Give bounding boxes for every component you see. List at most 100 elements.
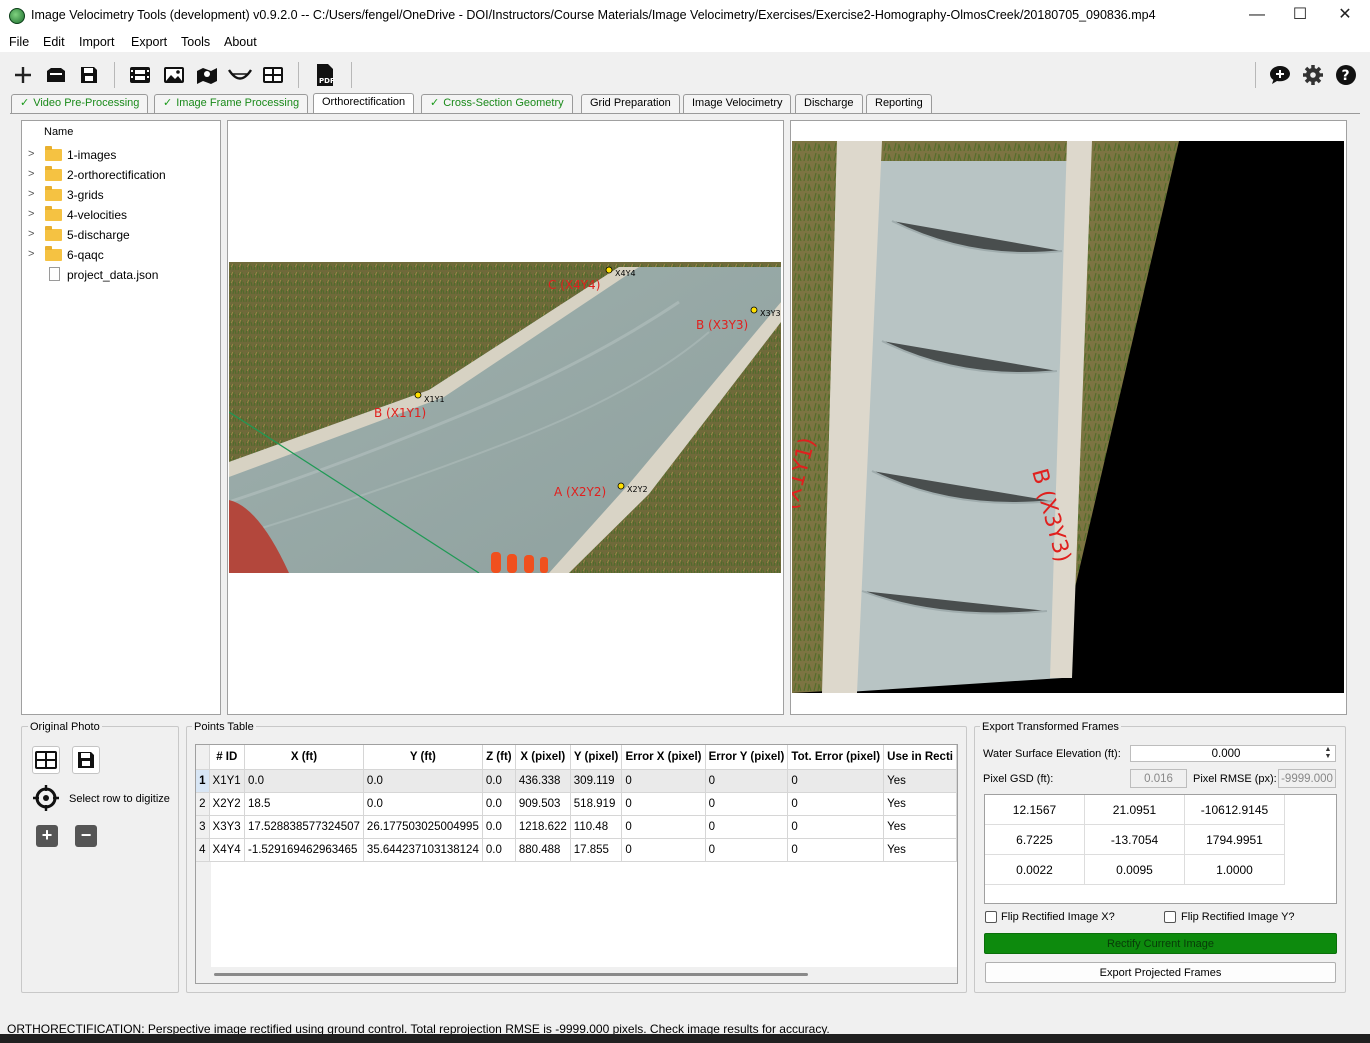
menu-file[interactable]: File [9,35,29,49]
minimize-button[interactable]: — [1234,0,1280,32]
chevron-right-icon[interactable]: > [28,208,34,220]
column-header[interactable]: Tot. Error (pixel) [787,745,885,770]
row-number[interactable]: 3 [196,815,210,839]
cross-section-tab-button[interactable] [227,62,253,88]
matrix-cell[interactable]: 1794.9951 [1185,825,1285,855]
table-cell[interactable]: X1Y1 [209,769,245,793]
table-cell[interactable]: 0 [705,838,789,862]
column-header[interactable]: Y (pixel) [570,745,623,770]
original-photo[interactable]: X1Y1 B (X1Y1) X2Y2 A (X2Y2) X3Y3 B (X3Y3… [229,262,781,573]
table-cell[interactable]: 0 [705,792,789,816]
table-cell[interactable]: 0 [621,815,706,839]
pdf-report-button[interactable]: PDF [312,62,338,88]
settings-button[interactable] [1300,62,1326,88]
wse-input[interactable]: 0.000 [1130,745,1336,762]
table-cell[interactable]: 0 [621,769,706,793]
table-cell[interactable]: Yes [883,792,957,816]
table-cell[interactable]: -1.529169462963465 [244,838,364,862]
menu-about[interactable]: About [224,35,257,49]
row-number[interactable]: 1 [196,769,210,793]
tree-item-velocities[interactable]: >4-velocities [22,206,220,226]
table-cell[interactable]: 0.0 [363,769,483,793]
column-header[interactable]: Use in Recti [883,745,957,770]
table-cell[interactable]: 0.0 [482,815,516,839]
original-image-view[interactable]: X1Y1 B (X1Y1) X2Y2 A (X2Y2) X3Y3 B (X3Y3… [227,120,784,715]
tree-item-qaqc[interactable]: >6-qaqc [22,246,220,266]
table-cell[interactable]: 0.0 [482,769,516,793]
table-cell[interactable]: 0 [787,838,885,862]
rectified-image-view[interactable]: B (X3Y3) (X1Y1) [790,120,1347,715]
row-number[interactable]: 4 [196,838,210,862]
matrix-cell[interactable]: -10612.9145 [1185,795,1285,825]
table-row[interactable]: 2 X2Y2 18.5 0.0 0.0 909.503 518.919 0 0 … [196,792,957,816]
matrix-cell[interactable]: 12.1567 [985,795,1085,825]
table-view-button[interactable] [32,746,60,774]
chevron-right-icon[interactable]: > [28,248,34,260]
help-button[interactable]: ? [1333,62,1359,88]
tree-item-discharge[interactable]: >5-discharge [22,226,220,246]
chevron-right-icon[interactable]: > [28,228,34,240]
tab-discharge[interactable]: Discharge [795,94,863,113]
table-cell[interactable]: 26.177503025004995 [363,815,483,839]
table-cell[interactable]: 17.528838577324507 [244,815,364,839]
column-header[interactable]: X (pixel) [515,745,571,770]
table-cell[interactable]: 880.488 [515,838,571,862]
grid-tab-button[interactable] [260,62,286,88]
horizontal-scrollbar[interactable] [196,967,957,983]
image-tab-button[interactable] [161,62,187,88]
close-button[interactable]: ✕ [1322,0,1368,32]
menu-edit[interactable]: Edit [43,35,65,49]
table-cell[interactable]: 518.919 [570,792,623,816]
tab-image-velocimetry[interactable]: Image Velocimetry [683,94,792,113]
tab-reporting[interactable]: Reporting [866,94,932,113]
save-points-button[interactable] [72,746,100,774]
table-cell[interactable]: 909.503 [515,792,571,816]
menu-import[interactable]: Import [79,35,114,49]
chevron-right-icon[interactable]: > [28,188,34,200]
add-point-button[interactable]: + [36,825,58,847]
homography-matrix[interactable]: 12.1567 21.0951 -10612.9145 6.7225 -13.7… [984,794,1337,904]
table-cell[interactable]: 18.5 [244,792,364,816]
table-cell[interactable]: 0 [705,815,789,839]
new-project-button[interactable] [10,62,36,88]
table-cell[interactable]: Yes [883,838,957,862]
remove-point-button[interactable]: − [75,825,97,847]
tree-header[interactable]: Name [44,126,73,138]
table-cell[interactable]: 110.48 [570,815,623,839]
column-header[interactable]: X (ft) [244,745,364,770]
table-cell[interactable]: 0.0 [363,792,483,816]
table-cell[interactable]: 17.855 [570,838,623,862]
tab-grid-preparation[interactable]: Grid Preparation [581,94,680,113]
column-header[interactable]: Error X (pixel) [621,745,706,770]
point-marker[interactable] [414,391,422,399]
table-cell[interactable]: 0 [787,792,885,816]
table-cell[interactable]: 0 [621,838,706,862]
wse-spinner[interactable]: ▲ ▼ [1322,746,1334,761]
chevron-right-icon[interactable]: > [28,148,34,160]
table-cell[interactable]: 0 [621,792,706,816]
tab-cross-section-geometry[interactable]: ✓ Cross-Section Geometry [421,94,573,113]
matrix-cell[interactable]: 6.7225 [985,825,1085,855]
ortho-tab-button[interactable] [194,62,220,88]
matrix-cell[interactable]: 0.0095 [1085,855,1185,885]
tab-image-frame-processing[interactable]: ✓ Image Frame Processing [154,94,309,113]
table-cell[interactable]: Yes [883,815,957,839]
open-project-button[interactable] [43,62,69,88]
video-tab-button[interactable] [127,62,153,88]
menu-tools[interactable]: Tools [181,35,210,49]
point-marker[interactable] [617,482,625,490]
tab-orthorectification[interactable]: Orthorectification [313,93,415,114]
row-number[interactable]: 2 [196,792,210,816]
matrix-cell[interactable]: 0.0022 [985,855,1085,885]
table-cell[interactable]: 309.119 [570,769,623,793]
table-cell[interactable]: 0 [787,815,885,839]
points-table[interactable]: # ID X (ft) Y (ft) Z (ft) X (pixel) Y (p… [195,744,958,984]
point-marker[interactable] [750,306,758,314]
table-cell[interactable]: 436.338 [515,769,571,793]
column-header[interactable]: Z (ft) [482,745,516,770]
matrix-cell[interactable]: 1.0000 [1185,855,1285,885]
menu-export[interactable]: Export [131,35,167,49]
table-cell[interactable]: 1218.622 [515,815,571,839]
matrix-cell[interactable]: -13.7054 [1085,825,1185,855]
flip-x-checkbox[interactable] [985,911,997,923]
